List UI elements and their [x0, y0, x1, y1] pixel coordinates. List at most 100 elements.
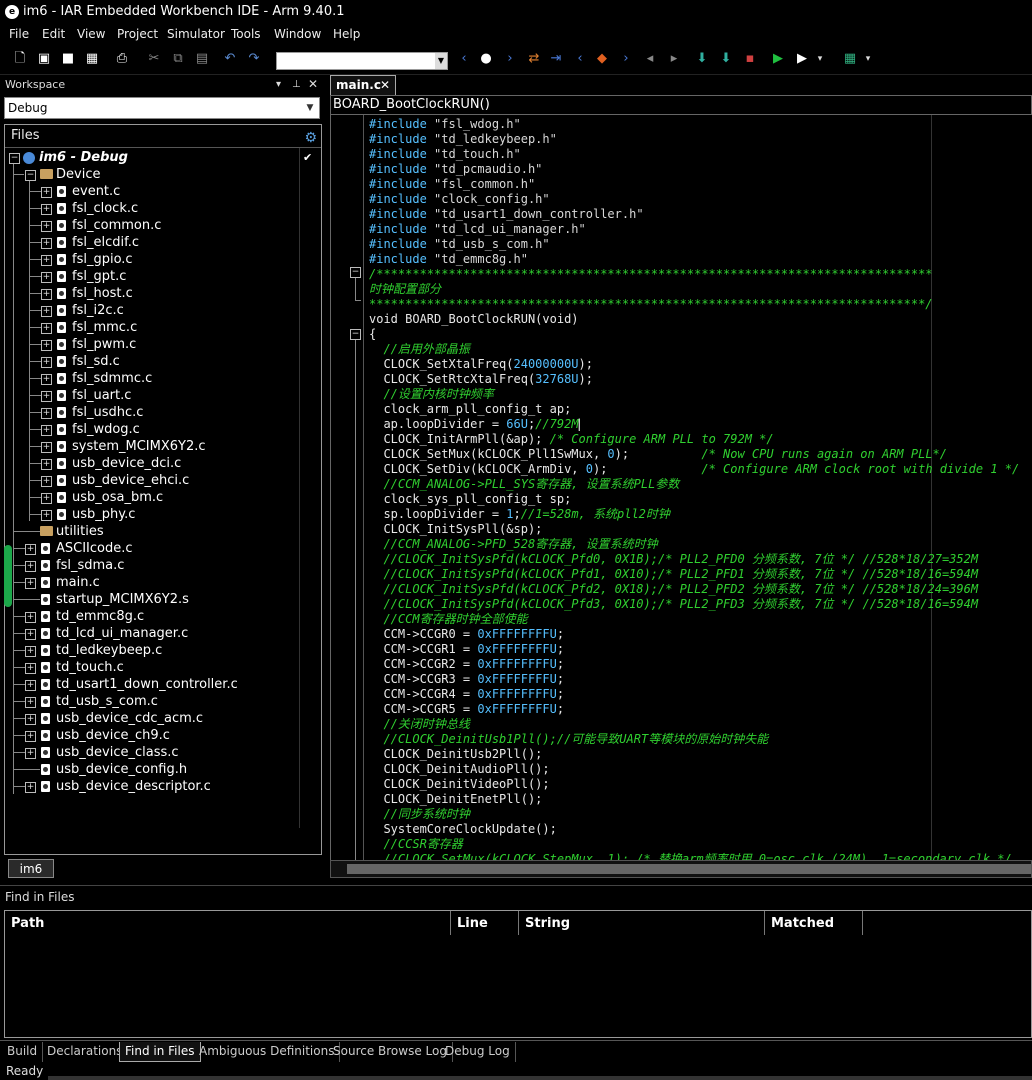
- tree-file[interactable]: + usb_phy.c: [5, 506, 321, 523]
- chevron-down-icon[interactable]: ▼: [303, 100, 317, 116]
- tree-file[interactable]: + fsl_clock.c: [5, 200, 321, 217]
- expand-icon[interactable]: +: [41, 459, 52, 470]
- tree-file[interactable]: + fsl_common.c: [5, 217, 321, 234]
- open-file-icon[interactable]: ▣: [36, 51, 52, 67]
- close-icon[interactable]: ✕: [308, 75, 318, 94]
- expand-icon[interactable]: +: [41, 204, 52, 215]
- tree-file[interactable]: + td_touch.c: [5, 659, 321, 676]
- plugin-icon[interactable]: ▦: [842, 51, 858, 67]
- expand-icon[interactable]: +: [41, 408, 52, 419]
- tree-file[interactable]: + main.c: [5, 574, 321, 591]
- tree-file[interactable]: + td_lcd_ui_manager.c: [5, 625, 321, 642]
- tree-file[interactable]: + td_usb_s_com.c: [5, 693, 321, 710]
- tree-file[interactable]: + fsl_sdma.c: [5, 557, 321, 574]
- tree-file[interactable]: + usb_device_dci.c: [5, 455, 321, 472]
- menu-edit[interactable]: Edit: [42, 27, 65, 41]
- expand-icon[interactable]: +: [41, 493, 52, 504]
- collapse-icon[interactable]: −: [350, 267, 361, 278]
- gear-icon[interactable]: ⚙: [304, 127, 317, 149]
- expand-icon[interactable]: +: [25, 544, 36, 555]
- debug-without-download-icon[interactable]: ▶: [794, 51, 810, 67]
- collapse-icon[interactable]: −: [9, 153, 20, 164]
- paste-icon[interactable]: ▤: [194, 51, 210, 67]
- expand-icon[interactable]: +: [41, 391, 52, 402]
- expand-icon[interactable]: +: [25, 612, 36, 623]
- expand-icon[interactable]: +: [25, 561, 36, 572]
- column-matched[interactable]: Matched: [765, 911, 863, 935]
- tree-file[interactable]: + event.c: [5, 183, 321, 200]
- function-navigator[interactable]: BOARD_BootClockRUN(): [330, 95, 1032, 115]
- find-in-files-icon[interactable]: ⇄: [526, 51, 542, 67]
- expand-icon[interactable]: +: [25, 680, 36, 691]
- scrollbar-thumb[interactable]: [347, 864, 1031, 874]
- tree-file[interactable]: + fsl_sdmmc.c: [5, 370, 321, 387]
- column-line[interactable]: Line: [451, 911, 519, 935]
- tree-file[interactable]: + td_usart1_down_controller.c: [5, 676, 321, 693]
- toggle-bookmark-icon[interactable]: ⇥: [548, 51, 564, 67]
- expand-icon[interactable]: +: [41, 340, 52, 351]
- column-string[interactable]: String: [519, 911, 765, 935]
- make-icon[interactable]: ⬇: [718, 51, 734, 67]
- expand-icon[interactable]: +: [25, 697, 36, 708]
- tab-source-browse-log[interactable]: Source Browse Log: [328, 1042, 453, 1062]
- chevron-down-icon[interactable]: ▾: [860, 51, 876, 67]
- tab-ambiguous-definitions[interactable]: Ambiguous Definitions: [194, 1042, 341, 1062]
- redo-icon[interactable]: ↷: [246, 51, 262, 67]
- tree-file[interactable]: + usb_device_cdc_acm.c: [5, 710, 321, 727]
- code-text[interactable]: #include "fsl_wdog.h" #include "td_ledkey…: [369, 117, 1019, 860]
- tree-file[interactable]: + fsl_wdog.c: [5, 421, 321, 438]
- expand-icon[interactable]: +: [41, 357, 52, 368]
- menu-tools[interactable]: Tools: [231, 27, 261, 41]
- tree-file[interactable]: + fsl_pwm.c: [5, 336, 321, 353]
- chevron-down-icon[interactable]: ▾: [812, 51, 828, 67]
- tree-file[interactable]: + system_MCIMX6Y2.c: [5, 438, 321, 455]
- tree-file[interactable]: + usb_osa_bm.c: [5, 489, 321, 506]
- tree-file[interactable]: + fsl_host.c: [5, 285, 321, 302]
- expand-icon[interactable]: +: [25, 748, 36, 759]
- nav-back-icon[interactable]: ‹: [456, 51, 472, 67]
- next-bookmark-icon[interactable]: ›: [618, 51, 634, 67]
- configuration-select[interactable]: Debug ▼: [4, 97, 320, 119]
- close-icon[interactable]: ✕: [380, 76, 390, 95]
- tree-file[interactable]: + usb_device_ehci.c: [5, 472, 321, 489]
- expand-icon[interactable]: +: [25, 714, 36, 725]
- menu-project[interactable]: Project: [117, 27, 158, 41]
- next-error-icon[interactable]: ▸: [666, 51, 682, 67]
- expand-icon[interactable]: +: [41, 306, 52, 317]
- prev-bookmark-icon[interactable]: ‹: [572, 51, 588, 67]
- workspace-tab[interactable]: im6: [8, 859, 54, 878]
- download-debug-icon[interactable]: ▶: [770, 51, 786, 67]
- expand-icon[interactable]: +: [25, 663, 36, 674]
- collapse-icon[interactable]: −: [350, 329, 361, 340]
- find-icon[interactable]: ●: [478, 51, 494, 67]
- pin-icon[interactable]: ⊥: [292, 75, 301, 94]
- nav-forward-icon[interactable]: ›: [502, 51, 518, 67]
- tree-file[interactable]: + usb_device_descriptor.c: [5, 778, 321, 795]
- tree-folder-device[interactable]: − Device: [5, 166, 321, 183]
- undo-icon[interactable]: ↶: [222, 51, 238, 67]
- tab-find-in-files[interactable]: Find in Files: [119, 1042, 201, 1062]
- expand-icon[interactable]: +: [41, 374, 52, 385]
- tab-declarations[interactable]: Declarations: [42, 1042, 129, 1062]
- menu-simulator[interactable]: Simulator: [167, 27, 225, 41]
- expand-icon[interactable]: +: [41, 476, 52, 487]
- tree-file[interactable]: + fsl_i2c.c: [5, 302, 321, 319]
- expand-icon[interactable]: +: [25, 782, 36, 793]
- column-path[interactable]: Path: [5, 911, 451, 935]
- tree-file[interactable]: startup_MCIMX6Y2.s: [5, 591, 321, 608]
- menu-file[interactable]: File: [9, 27, 29, 41]
- copy-icon[interactable]: ⧉: [170, 51, 186, 67]
- tree-file[interactable]: + fsl_mmc.c: [5, 319, 321, 336]
- tree-file[interactable]: + fsl_uart.c: [5, 387, 321, 404]
- save-all-icon[interactable]: ▦: [84, 51, 100, 67]
- tab-main-c[interactable]: main.c ✕: [330, 75, 396, 96]
- tree-scroll-indicator[interactable]: [4, 545, 12, 607]
- save-icon[interactable]: ■: [60, 51, 76, 67]
- bookmark-icon[interactable]: ◆: [594, 51, 610, 67]
- find-in-files-results[interactable]: Path Line String Matched: [4, 910, 1032, 1038]
- tree-file[interactable]: + ASCIIcode.c: [5, 540, 321, 557]
- tab-build[interactable]: Build: [2, 1042, 44, 1062]
- compile-icon[interactable]: ⬇: [694, 51, 710, 67]
- tree-file[interactable]: + fsl_sd.c: [5, 353, 321, 370]
- expand-icon[interactable]: +: [41, 238, 52, 249]
